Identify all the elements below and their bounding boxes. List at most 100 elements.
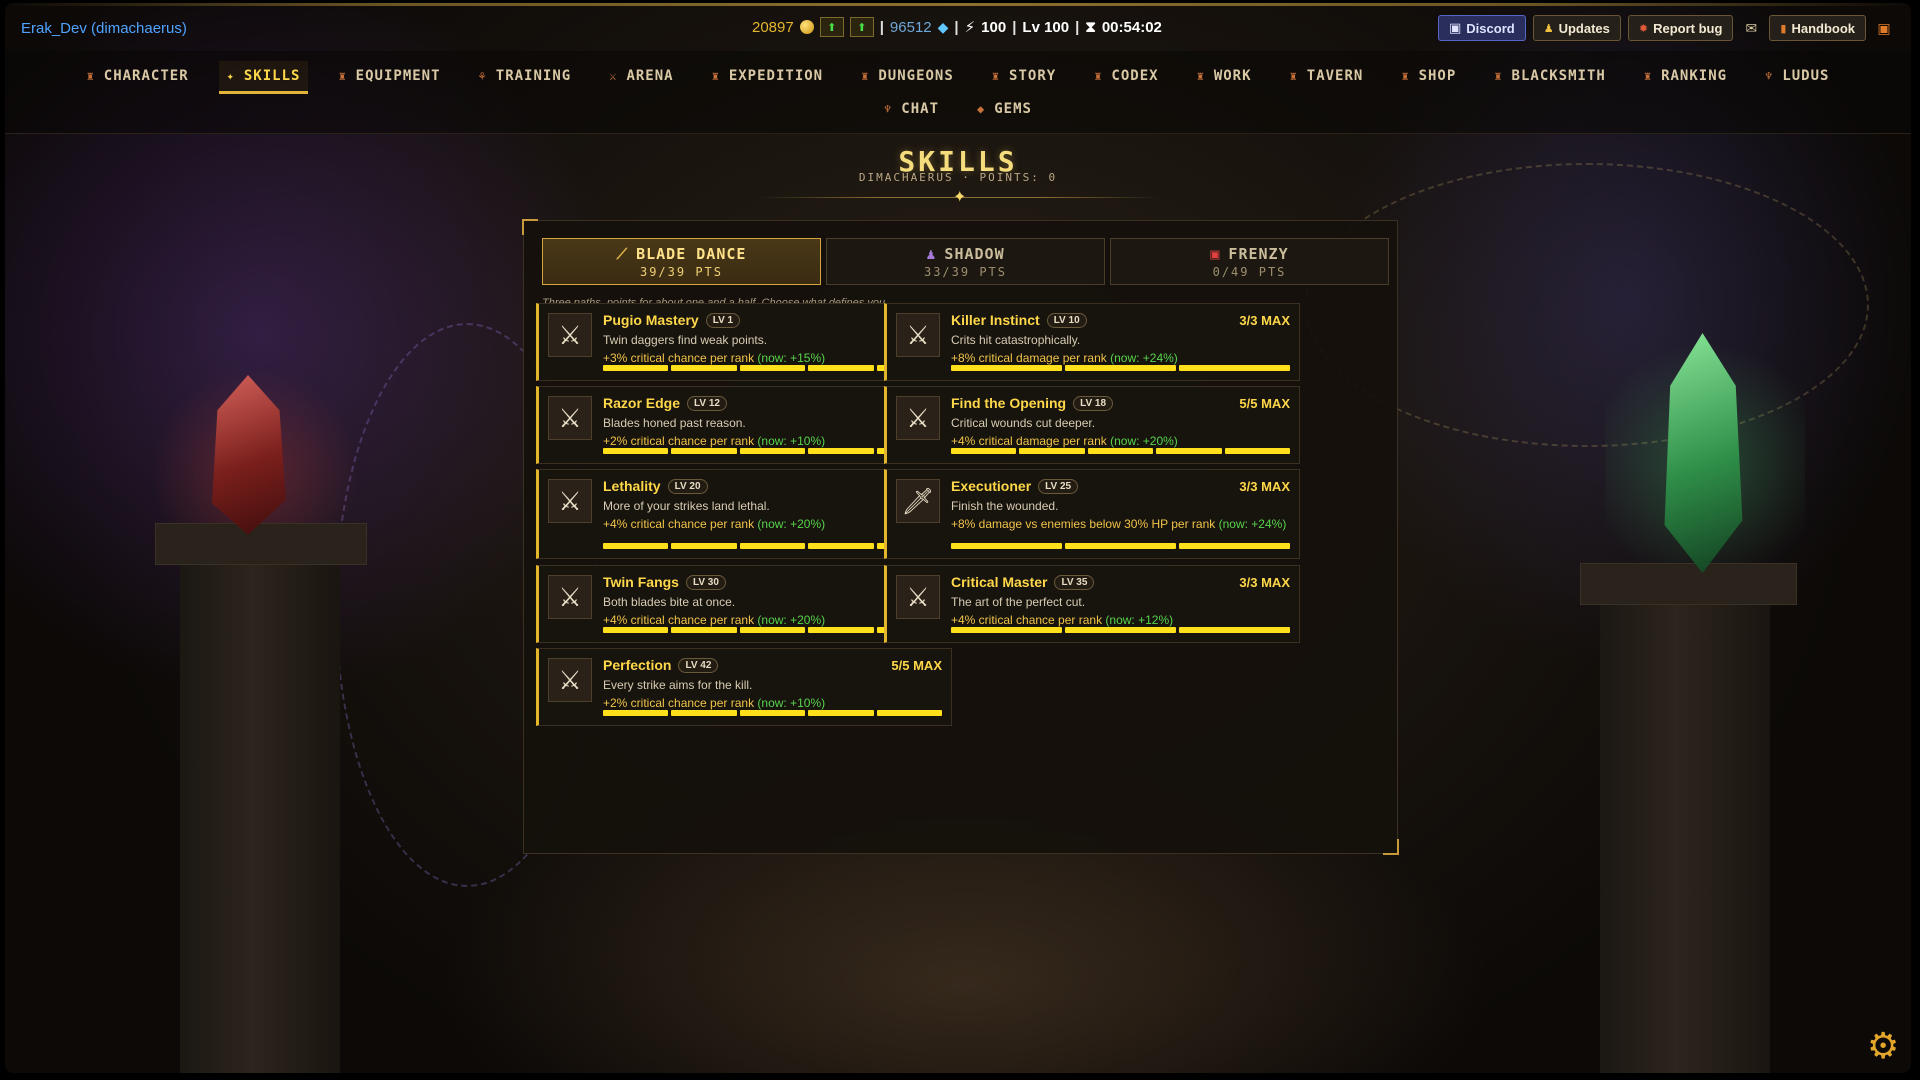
bug-icon: ✹ — [1638, 22, 1649, 35]
rank-segment — [951, 543, 1062, 549]
dumbbell-icon: ⚘ — [478, 69, 487, 83]
skill-current-bonus: (now: +10%) — [757, 696, 826, 710]
skill-name-row: Find the Opening LV 18 — [951, 395, 1114, 411]
rank-segment — [808, 365, 874, 371]
nav-ranking[interactable]: ♜ RANKING — [1636, 61, 1735, 91]
skill-card[interactable]: ⚔ Perfection LV 42 5/5 MAX Every strike aims… — [536, 648, 952, 726]
skill-name-row: Killer Instinct LV 10 — [951, 312, 1087, 328]
shadow-icon: ♟ — [926, 244, 937, 263]
skill-name: Twin Fangs — [603, 574, 679, 590]
skill-description: More of your strikes land lethal. — [603, 499, 770, 513]
skill-rank-max: 5/5 MAX — [891, 658, 942, 673]
skill-rank-bar — [951, 543, 1290, 549]
skill-name-row: Executioner LV 25 — [951, 478, 1079, 494]
skill-effect: +4% critical chance per rank (now: +12%) — [951, 613, 1287, 628]
nav-label: STORY — [1009, 68, 1057, 84]
skill-card[interactable]: ⚔ Critical Master LV 35 3/3 MAX The art of t… — [884, 565, 1300, 643]
player-stats: 20897 ⬆ ⬆ | 96512 ◆ | ⚡ 100 | Lv 100 | ⧗… — [752, 16, 1162, 38]
skill-effect-text: +3% critical chance per rank — [603, 351, 755, 365]
nav-codex[interactable]: ♜ CODEX — [1086, 61, 1166, 91]
nav-label: SHOP — [1418, 68, 1457, 84]
tab-label: BLADE DANCE — [636, 244, 747, 263]
skill-name: Killer Instinct — [951, 312, 1040, 328]
skill-card[interactable]: ⚔ Killer Instinct LV 10 3/3 MAX Crits hit ca… — [884, 303, 1300, 381]
book-icon: ▮ — [1780, 22, 1787, 35]
nav-blacksmith[interactable]: ♜ BLACKSMITH — [1486, 61, 1614, 91]
nav-work[interactable]: ♜ WORK — [1189, 61, 1260, 91]
nav-chat[interactable]: ♆ CHAT — [876, 94, 947, 124]
updates-button[interactable]: ♟ Updates — [1532, 15, 1621, 41]
boost-slot-1[interactable]: ⬆ — [819, 17, 844, 37]
skill-current-bonus: (now: +10%) — [757, 434, 826, 448]
main-navigation: ♜ CHARACTER ✦ SKILLS ♜ EQUIPMENT ⚘ TRAINING ⚔ ARE… — [5, 51, 1911, 134]
nav-ludus[interactable]: ♆ LUDUS — [1757, 61, 1837, 91]
crossed-daggers-icon: ⚔ — [548, 396, 592, 440]
nav-label: SKILLS — [243, 68, 301, 84]
crossed-daggers-icon: ⚔ — [896, 313, 940, 357]
tab-shadow[interactable]: ♟ SHADOW 33/39 PTS — [826, 238, 1105, 285]
stats-separator: | — [879, 18, 884, 36]
nav-skills[interactable]: ✦ SKILLS — [218, 61, 309, 94]
discord-button[interactable]: ▣ Discord — [1438, 15, 1526, 41]
settings-gear-icon[interactable]: ⚙ — [1867, 1028, 1899, 1064]
rank-segment — [739, 365, 806, 371]
nav-shop[interactable]: ♜ SHOP — [1393, 61, 1464, 91]
nav-equipment[interactable]: ♜ EQUIPMENT — [330, 61, 448, 91]
skill-name-row: Pugio Mastery LV 1 — [603, 312, 741, 328]
rank-segment — [671, 543, 737, 549]
skill-path-tabs: ⟋ BLADE DANCE 39/39 PTS ♟ SHADOW 33/39 PTS… — [542, 238, 1389, 285]
hammer-icon: ♜ — [1494, 69, 1503, 83]
rank-segment — [808, 710, 874, 716]
handbook-button[interactable]: ▮ Handbook — [1769, 15, 1867, 41]
skill-description: Twin daggers find weak points. — [603, 333, 768, 347]
skill-card[interactable]: ⚔ Find the Opening LV 18 5/5 MAX Critical wo… — [884, 386, 1300, 464]
user-profile-link[interactable]: Erak_Dev (dimachaerus) — [21, 20, 187, 37]
nav-tavern[interactable]: ♜ TAVERN — [1282, 61, 1372, 91]
blade-icon: ⟋ — [616, 244, 629, 263]
nav-training[interactable]: ⚘ TRAINING — [471, 61, 580, 91]
skill-level-badge: LV 42 — [678, 657, 719, 673]
nav-dungeons[interactable]: ♜ DUNGEONS — [853, 61, 962, 91]
crossed-daggers-icon: ⚔ — [896, 396, 940, 440]
nav-gems[interactable]: ◆ GEMS — [969, 94, 1040, 124]
mail-icon[interactable]: ✉ — [1740, 20, 1762, 37]
skill-rank-bar — [603, 710, 943, 716]
boost-slot-2[interactable]: ⬆ — [849, 17, 874, 37]
skill-name-row: Critical Master LV 35 — [951, 574, 1095, 590]
nav-arena[interactable]: ⚔ ARENA — [601, 61, 681, 91]
nav-story[interactable]: ♜ STORY — [984, 61, 1064, 91]
skill-level-badge: LV 10 — [1046, 312, 1087, 328]
crossed-daggers-icon: ⚔ — [548, 575, 592, 619]
nav-character[interactable]: ♜ CHARACTER — [79, 61, 197, 91]
rank-segment — [1065, 365, 1176, 371]
report-bug-button[interactable]: ✹ Report bug — [1627, 15, 1734, 41]
top-actions: ▣ Discord ♟ Updates ✹ Report bug ✉ ▮ Han… — [1438, 15, 1895, 41]
nav-expedition[interactable]: ♜ EXPEDITION — [704, 61, 832, 91]
skill-level-badge: LV 1 — [705, 312, 741, 328]
skill-name: Executioner — [951, 478, 1032, 494]
energy-icon: ⚡ — [964, 19, 976, 36]
skill-effect-text: +2% critical chance per rank — [603, 434, 755, 448]
energy-amount: 100 — [981, 18, 1007, 36]
exit-icon[interactable]: ▣ — [1873, 20, 1895, 37]
skill-card[interactable]: 🗡 Executioner LV 25 3/3 MAX Finish the wound… — [884, 469, 1300, 559]
tab-frenzy[interactable]: ▣ FRENZY 0/49 PTS — [1110, 238, 1389, 285]
rank-segment — [1087, 448, 1154, 454]
rank-segment — [951, 448, 1017, 454]
tab-blade-dance[interactable]: ⟋ BLADE DANCE 39/39 PTS — [542, 238, 821, 285]
nav-label: TAVERN — [1306, 68, 1364, 84]
skill-rank-bar — [951, 365, 1290, 371]
skill-name: Perfection — [603, 657, 672, 673]
nav-label: DUNGEONS — [878, 68, 954, 84]
bell-icon: ♟ — [1543, 22, 1554, 35]
rank-segment — [739, 543, 806, 549]
stats-separator: | — [1075, 18, 1080, 36]
skill-description: Finish the wounded. — [951, 499, 1059, 513]
skill-description: Crits hit catastrophically. — [951, 333, 1081, 347]
skill-name-row: Lethality LV 20 — [603, 478, 708, 494]
rank-segment — [808, 543, 874, 549]
nav-row-1: ♜ CHARACTER ✦ SKILLS ♜ EQUIPMENT ⚘ TRAINING ⚔ ARE… — [5, 61, 1911, 94]
skull-icon: ♜ — [861, 69, 870, 83]
chat-bubble-icon: ▣ — [1449, 20, 1462, 35]
right-pillar-cap — [1580, 563, 1797, 605]
